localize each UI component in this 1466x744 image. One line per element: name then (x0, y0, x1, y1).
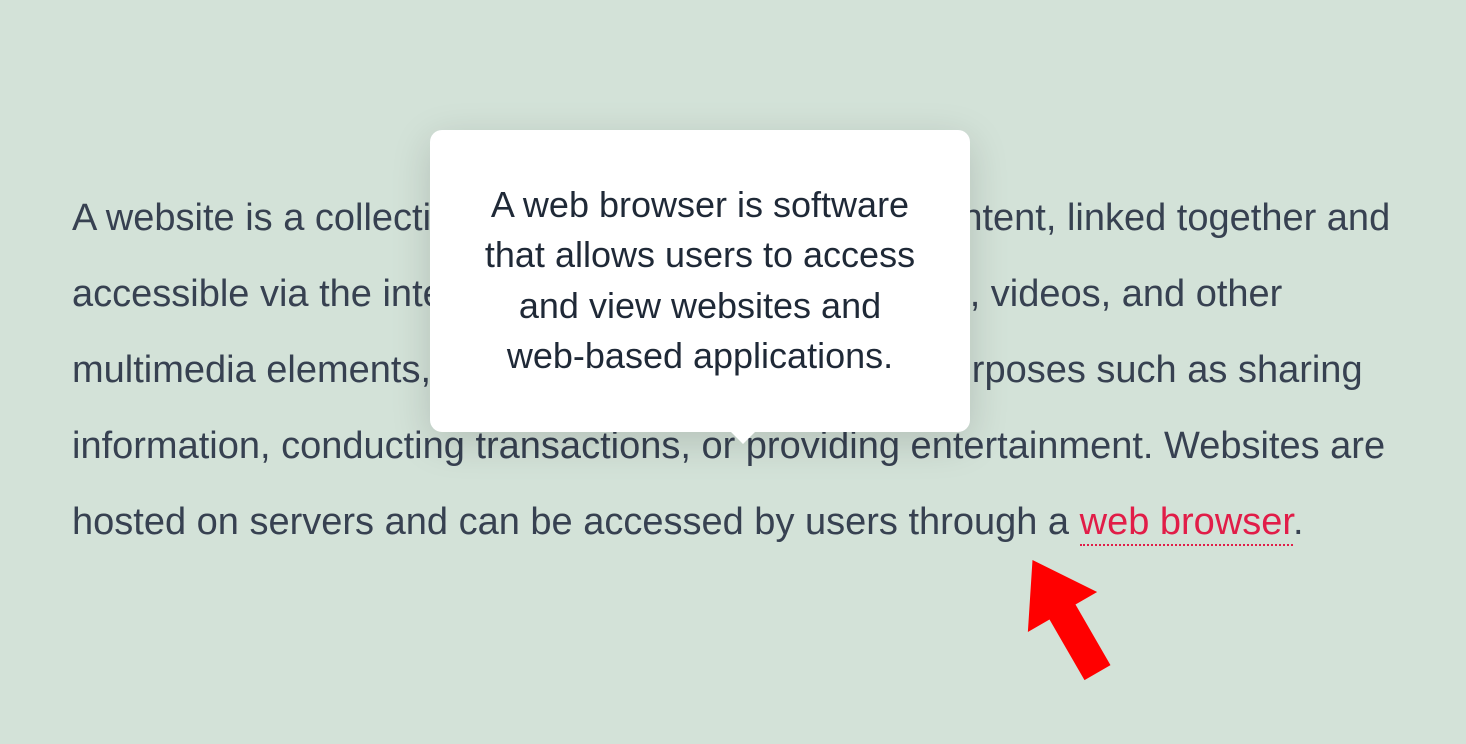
tooltip-text: A web browser is software that allows us… (480, 180, 920, 382)
cursor-arrow-icon (1015, 540, 1125, 710)
tooltip-popover: A web browser is software that allows us… (430, 130, 970, 432)
paragraph-text-after: . (1293, 501, 1304, 543)
web-browser-link[interactable]: web browser (1080, 501, 1293, 546)
tooltip-arrow-icon (729, 430, 757, 444)
